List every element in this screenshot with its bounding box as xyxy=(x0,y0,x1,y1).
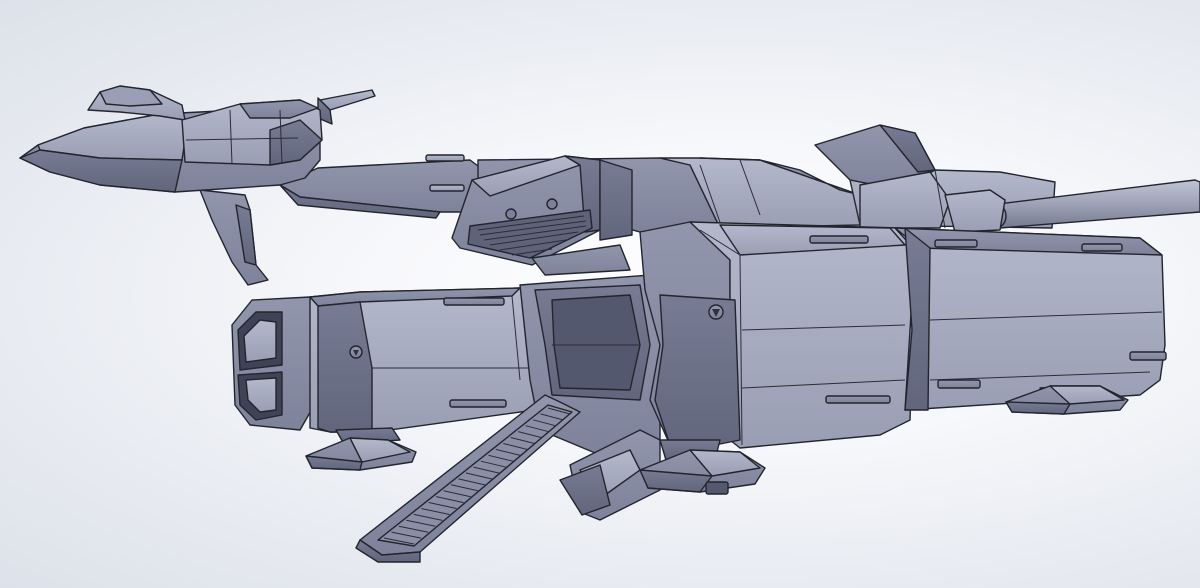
middle-hull-module xyxy=(639,221,916,451)
rear-hull-module xyxy=(894,227,1167,411)
front-hull-module xyxy=(231,287,536,433)
cad-viewport[interactable] xyxy=(0,0,1200,588)
landing-strut-front xyxy=(305,427,417,471)
spacecraft-model xyxy=(19,85,1200,563)
